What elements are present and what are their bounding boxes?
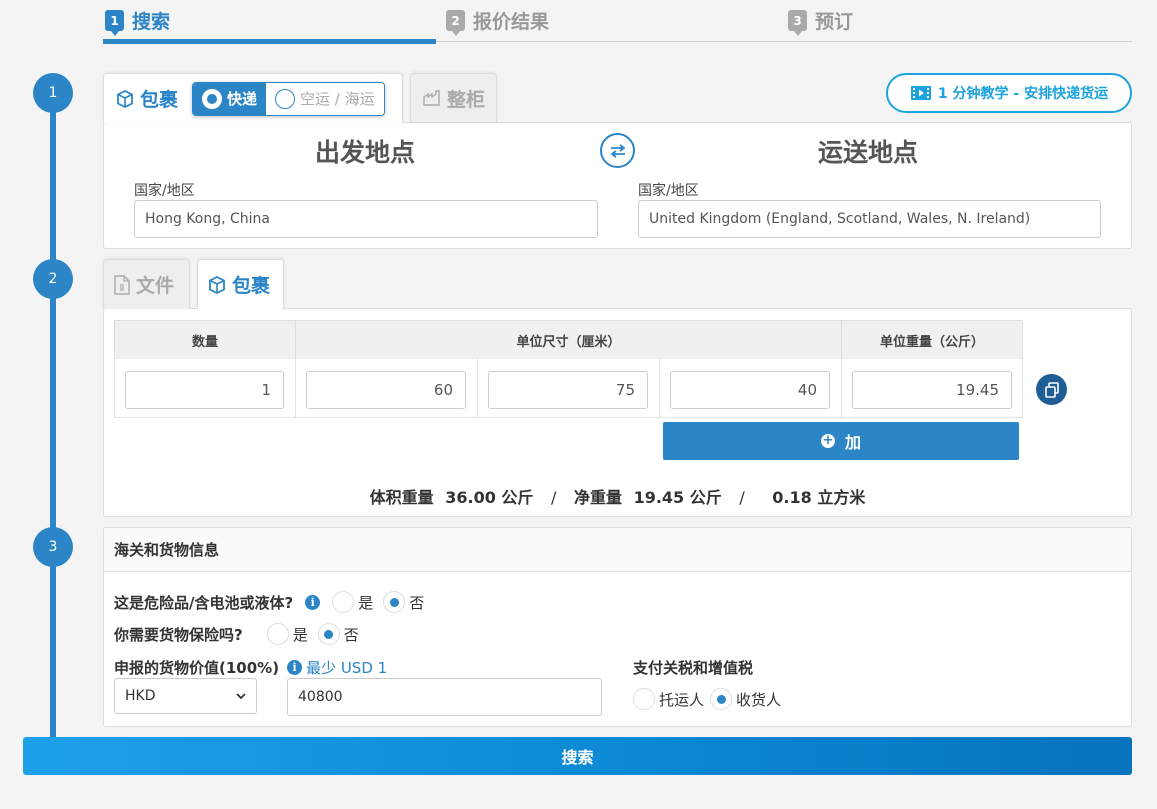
step-booking[interactable]: 3 预订 bbox=[788, 7, 854, 36]
tab-parcel[interactable]: 包裹 bbox=[197, 259, 284, 309]
mode-label: 空运 / 海运 bbox=[300, 90, 375, 108]
origin-title: 出发地点 bbox=[315, 138, 416, 167]
yes-label: 是 bbox=[358, 593, 374, 612]
weight-input[interactable]: 19.45 bbox=[852, 371, 1012, 409]
height-input[interactable]: 40 bbox=[670, 371, 830, 409]
minimum-value-hint: 最少 USD 1 bbox=[306, 659, 388, 677]
tutorial-video-button[interactable]: 1 分钟教学 - 安排快递货运 bbox=[886, 73, 1132, 113]
volumetric-weight-label: 体积重量 bbox=[369, 488, 434, 507]
width-input[interactable]: 75 bbox=[488, 371, 648, 409]
weight-header: 单位重量（公斤） bbox=[841, 320, 1023, 360]
box-icon bbox=[209, 275, 225, 294]
cbm-value: 0.18 立方米 bbox=[772, 488, 866, 507]
tab-label: 文件 bbox=[136, 275, 175, 297]
duties-label-row: 支付关税和增值税 bbox=[633, 657, 753, 678]
duties-label: 支付关税和增值税 bbox=[633, 659, 754, 677]
timeline-line bbox=[50, 93, 56, 741]
info-icon[interactable]: i bbox=[305, 594, 321, 610]
tab-documents[interactable]: 文件 bbox=[103, 259, 190, 309]
swap-locations-button[interactable] bbox=[600, 133, 635, 168]
consignee-label: 收货人 bbox=[736, 690, 782, 709]
swap-arrows-icon bbox=[610, 143, 625, 158]
step-number: 3 bbox=[788, 10, 807, 36]
timeline-step-3: 3 bbox=[33, 527, 73, 567]
add-package-button[interactable]: + 加 bbox=[663, 422, 1019, 460]
step-active-indicator bbox=[103, 39, 436, 44]
net-weight-label: 净重量 bbox=[573, 488, 622, 507]
destination-title: 运送地点 bbox=[818, 138, 919, 167]
separator: / bbox=[551, 488, 557, 507]
weight-summary: 体积重量 36.00 公斤 / 净重量 19.45 公斤 / 0.18 立方米 bbox=[104, 484, 1131, 508]
currency-value: HKD bbox=[125, 688, 156, 704]
step-label: 报价结果 bbox=[473, 11, 550, 33]
add-label: 加 bbox=[844, 433, 861, 452]
origin-country-label: 国家/地区 bbox=[134, 183, 195, 199]
dangerous-no-radio[interactable] bbox=[383, 591, 406, 613]
no-label: 否 bbox=[409, 593, 425, 612]
chevron-down-icon bbox=[236, 692, 246, 699]
dangerous-yes-radio[interactable] bbox=[332, 591, 355, 613]
shipper-radio[interactable] bbox=[633, 688, 655, 710]
step-label: 预订 bbox=[815, 11, 854, 33]
factory-icon bbox=[423, 90, 440, 106]
origin-country-input[interactable]: Hong Kong, China bbox=[134, 200, 598, 238]
length-input[interactable]: 60 bbox=[306, 371, 466, 409]
step-quote-results[interactable]: 2 报价结果 bbox=[446, 7, 550, 36]
currency-select[interactable]: HKD bbox=[114, 678, 257, 714]
mode-air-sea-option[interactable]: 空运 / 海运 bbox=[266, 82, 384, 115]
tab-label: 包裹 bbox=[232, 275, 271, 297]
timeline-step-1: 1 bbox=[33, 73, 73, 113]
step-progress: 1 搜索 2 报价结果 3 预订 bbox=[103, 0, 1132, 46]
mode-express-option[interactable]: 快递 bbox=[193, 82, 267, 115]
insurance-row: 你需要货物保险吗? 是 否 bbox=[114, 623, 359, 645]
tab-parcel-shipment[interactable]: 包裹 快递 空运 / 海运 bbox=[103, 73, 403, 123]
dangerous-goods-question: 这是危险品/含电池或液体? bbox=[114, 593, 294, 612]
insurance-question: 你需要货物保险吗? bbox=[114, 625, 243, 644]
no-label: 否 bbox=[343, 625, 359, 644]
mode-label: 快递 bbox=[227, 90, 258, 108]
destination-country-input[interactable]: United Kingdom (England, Scotland, Wales… bbox=[638, 200, 1101, 238]
declared-value-input[interactable]: 40800 bbox=[287, 678, 602, 716]
info-icon[interactable]: i bbox=[287, 660, 303, 675]
timeline-step-2: 2 bbox=[33, 259, 73, 299]
insurance-yes-radio[interactable] bbox=[266, 623, 289, 645]
tab-label: 包裹 bbox=[140, 89, 179, 111]
destination-country-label: 国家/地区 bbox=[638, 183, 699, 199]
insurance-no-radio[interactable] bbox=[317, 623, 340, 645]
film-icon bbox=[910, 86, 931, 100]
step-number: 1 bbox=[105, 10, 124, 36]
dangerous-goods-row: 这是危险品/含电池或液体? i 是 否 bbox=[114, 591, 424, 613]
tab-container-shipment[interactable]: 整柜 bbox=[410, 73, 497, 122]
shipper-label: 托运人 bbox=[659, 690, 705, 709]
shipping-mode-toggle: 快递 空运 / 海运 bbox=[192, 81, 385, 116]
net-weight-value: 19.45 公斤 bbox=[633, 488, 722, 507]
box-icon bbox=[117, 89, 133, 108]
plus-icon: + bbox=[820, 433, 835, 448]
declared-value-label: 申报的货物价值(100%) bbox=[114, 659, 280, 677]
step-number: 2 bbox=[446, 10, 465, 36]
volumetric-weight-value: 36.00 公斤 bbox=[445, 488, 534, 507]
quantity-input[interactable]: 1 bbox=[125, 371, 284, 409]
step-search[interactable]: 1 搜索 bbox=[105, 7, 171, 36]
search-button[interactable]: 搜索 bbox=[23, 737, 1132, 775]
consignee-radio[interactable] bbox=[710, 688, 733, 710]
separator: / bbox=[739, 488, 745, 507]
copy-icon bbox=[1044, 381, 1059, 398]
yes-label: 是 bbox=[292, 625, 308, 644]
tutorial-label: 1 分钟教学 - 安排快递货运 bbox=[937, 86, 1109, 102]
customs-section-title: 海关和货物信息 bbox=[104, 528, 1131, 572]
declared-value-label-row: 申报的货物价值(100%) i 最少 USD 1 bbox=[114, 657, 387, 678]
duplicate-row-button[interactable] bbox=[1036, 374, 1067, 405]
tab-label: 整柜 bbox=[447, 88, 486, 111]
quantity-header: 数量 bbox=[114, 320, 296, 360]
document-icon bbox=[114, 274, 130, 295]
radio-checked-icon bbox=[202, 88, 223, 109]
dimensions-header: 单位尺寸（厘米） bbox=[295, 320, 842, 360]
radio-unchecked-icon bbox=[275, 88, 296, 109]
step-label: 搜索 bbox=[132, 11, 171, 33]
duties-payer-row: 托运人 收货人 bbox=[633, 688, 781, 710]
